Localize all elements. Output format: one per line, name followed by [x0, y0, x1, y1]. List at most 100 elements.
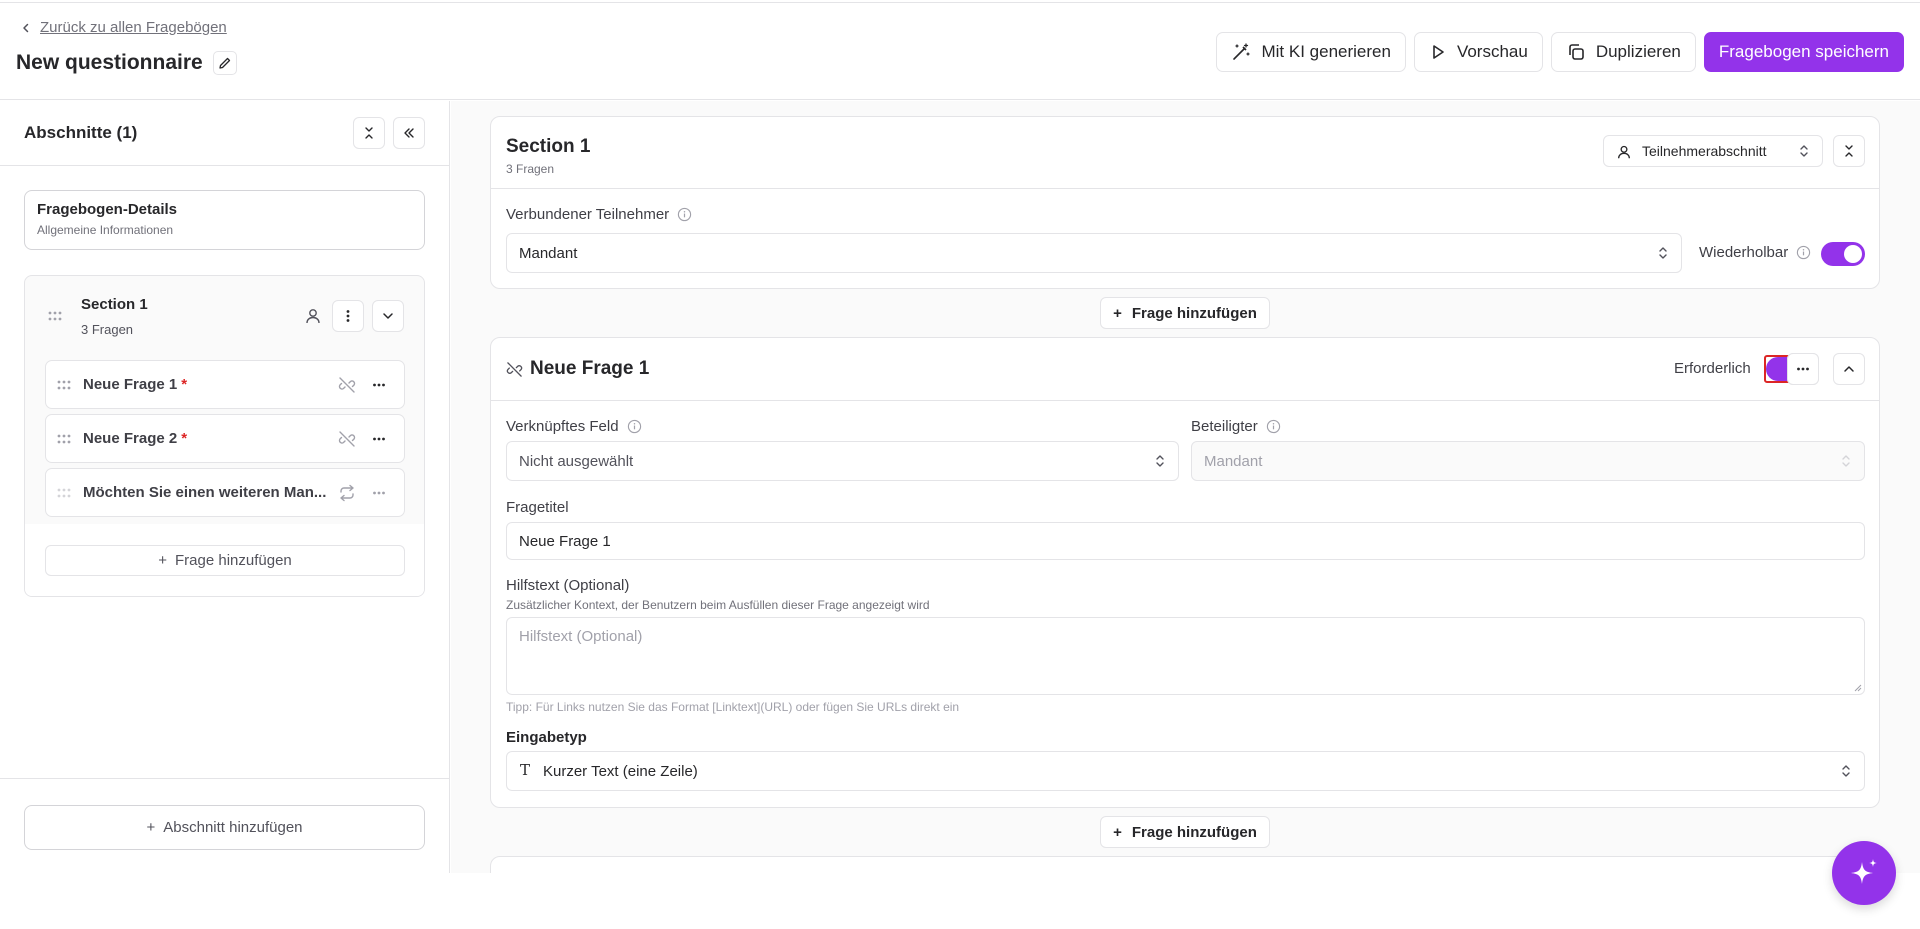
party-label-text: Beteiligter [1191, 418, 1258, 435]
ai-assistant-button[interactable] [1832, 841, 1896, 905]
save-questionnaire-button[interactable]: Fragebogen speichern [1703, 32, 1904, 72]
collapse-all-button[interactable] [353, 117, 385, 149]
page-title: New questionnaire [16, 51, 203, 74]
question-label: Möchten Sie einen weiteren Man... [83, 484, 327, 501]
back-to-all-questionnaires-link[interactable]: Zurück zu allen Fragebögen [20, 19, 227, 36]
chevrons-left-icon [404, 128, 414, 138]
section-more-button[interactable] [332, 300, 364, 332]
sidebar-section-count: 3 Fragen [81, 322, 134, 337]
unlink-icon [506, 362, 523, 377]
add-section-label: Abschnitt hinzufügen [163, 819, 303, 836]
link-tip: Tipp: Für Links nutzen Sie das Format [L… [506, 700, 960, 714]
repeatable-label-text: Wiederholbar [1699, 244, 1789, 261]
chevron-up-icon [1844, 366, 1854, 372]
plus-icon: + [158, 552, 167, 569]
questionnaire-details-card[interactable]: Fragebogen-Details Allgemeine Informatio… [24, 190, 425, 250]
sidebar-section-header[interactable]: Section 1 3 Fragen [25, 276, 424, 356]
sidebar-question-item[interactable]: Neue Frage 1 * [45, 360, 405, 409]
info-icon[interactable] [1796, 245, 1811, 260]
sparkle-icon [1851, 859, 1877, 884]
person-icon [1618, 145, 1630, 159]
section-expand-button[interactable] [372, 300, 404, 332]
copy-icon [1569, 44, 1584, 60]
more-horizontal-icon [1797, 367, 1809, 371]
sidebar-section-name: Section 1 [81, 296, 148, 313]
repeatable-label: Wiederholbar [1699, 244, 1811, 261]
info-icon[interactable] [1266, 419, 1281, 434]
linked-field-value: Nicht ausgewählt [519, 452, 634, 470]
linked-field-select[interactable]: Nicht ausgewählt [506, 441, 1179, 481]
section-collapse-button[interactable] [1833, 135, 1865, 167]
person-icon [306, 309, 320, 324]
add-question-button[interactable]: + Frage hinzufügen [1100, 816, 1270, 848]
question-title: Neue Frage 1 [530, 358, 650, 379]
repeatable-toggle[interactable] [1821, 242, 1865, 266]
info-icon[interactable] [627, 419, 642, 434]
linked-field-label-text: Verknüpftes Feld [506, 418, 619, 435]
question-title-input[interactable]: Neue Frage 1 [506, 522, 1865, 560]
chevrons-up-down-icon [1842, 455, 1850, 467]
linked-field-label: Verknüpftes Feld [506, 418, 642, 435]
info-icon[interactable] [677, 207, 692, 222]
chevron-down-icon [383, 313, 393, 319]
connected-participant-label-text: Verbundener Teilnehmer [506, 206, 670, 223]
unlink-icon[interactable] [338, 376, 356, 394]
sidebar-section: Section 1 3 Fragen Neue Frage 1 * Neue Fr… [24, 275, 425, 597]
play-icon [1433, 45, 1444, 59]
collapse-vertical-icon [1845, 145, 1853, 157]
duplicate-button[interactable]: Duplizieren [1550, 32, 1696, 72]
input-type-select[interactable]: T Kurzer Text (eine Zeile) [506, 751, 1865, 791]
required-label: Erforderlich [1674, 360, 1751, 377]
collapse-sidebar-button[interactable] [393, 117, 425, 149]
help-text-placeholder: Hilfstext (Optional) [519, 628, 643, 645]
more-horizontal-icon[interactable] [372, 378, 386, 392]
repeat-icon[interactable] [338, 484, 356, 502]
collapse-vertical-icon [365, 127, 373, 139]
drag-handle-icon[interactable] [47, 308, 63, 324]
section-type-value: Teilnehmerabschnitt [1642, 143, 1767, 159]
connected-participant-label: Verbundener Teilnehmer [506, 206, 692, 223]
add-section-button[interactable]: + Abschnitt hinzufügen [24, 805, 425, 850]
sidebar-add-question-button[interactable]: + Frage hinzufügen [45, 545, 405, 576]
party-value: Mandant [1204, 452, 1263, 470]
sections-sidebar: Abschnitte (1) Fragebogen-Details Allgem… [0, 101, 450, 873]
drag-handle-icon[interactable] [56, 485, 72, 501]
pencil-icon [219, 57, 230, 69]
chevrons-up-down-icon [1800, 145, 1808, 157]
plus-icon: + [1113, 823, 1122, 841]
details-subtitle: Allgemeine Informationen [37, 223, 174, 237]
plus-icon: + [1113, 304, 1122, 322]
plus-icon: + [146, 819, 156, 836]
sidebar-footer: + Abschnitt hinzufügen [0, 778, 450, 873]
help-text-textarea[interactable]: Hilfstext (Optional) [506, 617, 1865, 695]
section-card: Section 1 3 Fragen Teilnehmerabschnitt V… [490, 116, 1880, 289]
question-collapse-button[interactable] [1833, 353, 1865, 385]
sidebar-section-footer: + Frage hinzufügen [25, 524, 424, 596]
add-question-label: Frage hinzufügen [1131, 823, 1257, 841]
preview-button[interactable]: Vorschau [1413, 32, 1543, 72]
more-horizontal-icon[interactable] [372, 486, 386, 500]
drag-handle-icon[interactable] [56, 431, 72, 447]
drag-handle-icon[interactable] [56, 377, 72, 393]
question-more-button[interactable] [1787, 353, 1819, 385]
unlink-icon[interactable] [338, 430, 356, 448]
sidebar-question-item[interactable]: Möchten Sie einen weiteren Man... [45, 468, 405, 517]
duplicate-label: Duplizieren [1595, 42, 1681, 61]
connected-participant-select[interactable]: Mandant [506, 233, 1682, 273]
text-type-icon: T [520, 761, 531, 779]
sidebar-question-item[interactable]: Neue Frage 2 * [45, 414, 405, 463]
add-question-button[interactable]: + Frage hinzufügen [1100, 297, 1270, 329]
resize-handle-icon[interactable] [1854, 684, 1862, 692]
more-horizontal-icon[interactable] [372, 432, 386, 446]
question-label: Neue Frage 1 [83, 376, 178, 393]
edit-title-button[interactable] [212, 51, 237, 75]
sidebar-header: Abschnitte (1) [0, 101, 449, 166]
question-label: Neue Frage 2 [83, 430, 178, 447]
chevrons-up-down-icon [1659, 247, 1667, 259]
section-title: Section 1 [506, 136, 591, 157]
generate-with-ai-button[interactable]: Mit KI generieren [1216, 32, 1406, 72]
question-title-input-value: Neue Frage 1 [519, 532, 611, 550]
question-card-header: Neue Frage 1 Erforderlich [491, 338, 1879, 401]
page-header: Zurück zu allen Fragebögen New questionn… [0, 3, 1920, 100]
section-type-select[interactable]: Teilnehmerabschnitt [1603, 135, 1823, 167]
